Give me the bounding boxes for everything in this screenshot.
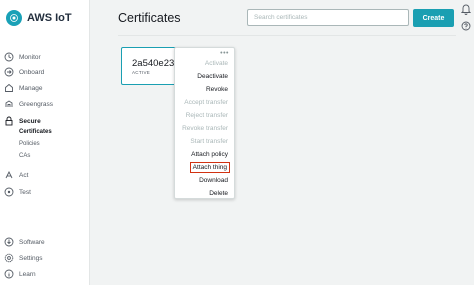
download-circle-icon bbox=[4, 237, 14, 247]
sidebar-item-settings[interactable]: Settings bbox=[4, 252, 43, 264]
sidebar-item-label: Secure bbox=[19, 117, 41, 125]
manage-icon bbox=[4, 83, 14, 93]
menu-item-start-transfer: Start transfer bbox=[190, 138, 228, 145]
help-icon[interactable] bbox=[461, 18, 471, 31]
gear-icon bbox=[4, 253, 14, 263]
menu-item-attach-thing[interactable]: Attach thing bbox=[189, 162, 230, 173]
sidebar-item-act[interactable]: Act bbox=[4, 169, 28, 181]
menu-item-revoke[interactable]: Revoke bbox=[206, 86, 228, 93]
act-icon bbox=[4, 170, 14, 180]
actions-menu: ••• Activate Deactivate Revoke Accept tr… bbox=[174, 47, 235, 199]
menu-item-attach-policy[interactable]: Attach policy bbox=[191, 151, 228, 158]
sidebar-item-manage[interactable]: Manage bbox=[4, 82, 43, 94]
sidebar-item-test[interactable]: Test bbox=[4, 186, 31, 198]
sidebar-item-onboard[interactable]: Onboard bbox=[4, 66, 44, 78]
test-icon bbox=[4, 187, 14, 197]
sidebar-item-secure[interactable]: Secure bbox=[4, 115, 41, 127]
sidebar: AWS IoT Monitor Onboard Manage Greengras… bbox=[0, 0, 90, 285]
certificate-id: 2a540e234 bbox=[132, 58, 180, 69]
menu-item-download[interactable]: Download bbox=[199, 177, 228, 184]
sidebar-item-software[interactable]: Software bbox=[4, 236, 45, 248]
header-divider bbox=[118, 35, 456, 36]
menu-item-delete[interactable]: Delete bbox=[209, 190, 228, 197]
status-badge: ACTIVE bbox=[132, 70, 151, 75]
onboard-icon bbox=[4, 67, 14, 77]
sidebar-item-label: Onboard bbox=[19, 68, 45, 76]
sidebar-item-label: Greengrass bbox=[19, 100, 53, 108]
menu-item-accept-transfer: Accept transfer bbox=[184, 99, 228, 106]
sidebar-item-label: Software bbox=[19, 238, 45, 246]
menu-item-activate: Activate bbox=[204, 60, 228, 67]
page-title: Certificates bbox=[118, 11, 181, 25]
sidebar-subitem-certificates[interactable]: Certificates bbox=[19, 129, 52, 135]
app-name: AWS IoT bbox=[27, 12, 72, 24]
brand[interactable]: AWS IoT bbox=[6, 10, 72, 26]
more-options-icon[interactable]: ••• bbox=[220, 50, 229, 57]
monitor-icon bbox=[4, 52, 14, 62]
menu-item-reject-transfer: Reject transfer bbox=[185, 112, 228, 119]
sidebar-subitem-cas[interactable]: CAs bbox=[19, 153, 30, 159]
sidebar-item-greengrass[interactable]: Greengrass bbox=[4, 98, 53, 110]
sidebar-item-label: Learn bbox=[19, 270, 36, 278]
sidebar-item-label: Act bbox=[19, 171, 29, 179]
learn-icon bbox=[4, 269, 14, 279]
sidebar-item-label: Settings bbox=[19, 254, 43, 262]
sidebar-item-learn[interactable]: Learn bbox=[4, 268, 36, 280]
menu-item-revoke-transfer: Revoke transfer bbox=[182, 125, 228, 132]
sidebar-subitem-policies[interactable]: Policies bbox=[19, 141, 40, 147]
search-input[interactable] bbox=[247, 9, 409, 26]
create-button[interactable]: Create bbox=[413, 9, 454, 27]
bell-icon[interactable] bbox=[460, 2, 472, 15]
lock-icon bbox=[4, 116, 14, 126]
sidebar-item-label: Monitor bbox=[19, 53, 41, 61]
sidebar-item-label: Manage bbox=[19, 84, 43, 92]
greengrass-icon bbox=[4, 99, 14, 109]
sidebar-item-monitor[interactable]: Monitor bbox=[4, 51, 41, 63]
aws-iot-logo-icon bbox=[6, 10, 22, 26]
sidebar-item-label: Test bbox=[19, 188, 31, 196]
menu-item-deactivate[interactable]: Deactivate bbox=[197, 73, 228, 80]
